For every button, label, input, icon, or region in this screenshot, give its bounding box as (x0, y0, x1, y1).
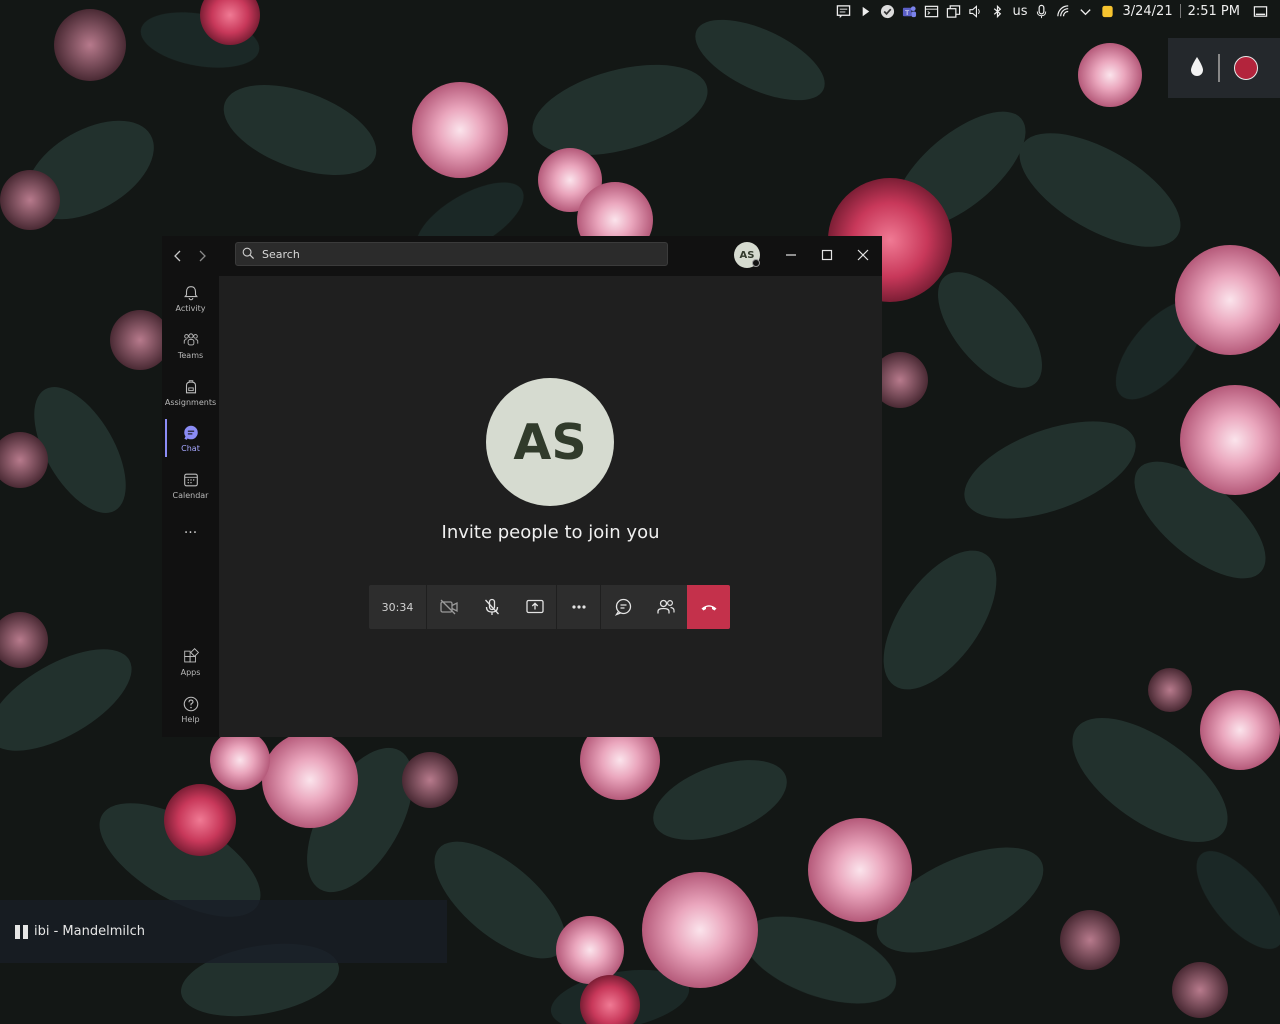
search-icon (242, 245, 255, 264)
widget-divider (1218, 54, 1220, 82)
rail-item-help[interactable]: Help (162, 687, 219, 731)
call-timer: 30:34 (369, 585, 427, 629)
play-icon[interactable] (858, 4, 873, 19)
calendar-icon (183, 473, 198, 486)
hang-up-button[interactable] (687, 585, 730, 629)
desktop-icon[interactable] (1253, 4, 1268, 19)
rail-label: Help (181, 714, 200, 724)
mic-off-icon (484, 598, 499, 615)
share-screen-icon (525, 599, 544, 614)
record-icon[interactable] (1234, 56, 1258, 80)
chevron-down-icon[interactable] (1078, 4, 1093, 19)
rail-item-teams[interactable]: Teams (162, 323, 219, 367)
participants-icon (656, 599, 675, 614)
help-icon (183, 696, 198, 711)
chat-icon (183, 425, 198, 440)
rail-item-assignments[interactable]: Assignments (162, 370, 219, 414)
rail-item-activity[interactable]: Activity (162, 276, 219, 320)
more-icon: ... (183, 521, 198, 537)
rail-label: Teams (177, 350, 204, 360)
bluetooth-icon[interactable] (990, 4, 1005, 19)
bell-icon (183, 285, 198, 300)
camera-toggle-button[interactable] (427, 585, 470, 629)
windows-icon[interactable] (946, 4, 961, 19)
more-icon (571, 605, 586, 609)
rail-label: Chat (181, 443, 200, 453)
wifi-icon[interactable] (1056, 4, 1071, 19)
pause-icon[interactable] (15, 924, 28, 939)
invite-message: Invite people to join you (441, 522, 660, 543)
more-apps-button[interactable]: ... (162, 510, 219, 554)
tray-date[interactable]: 3/24/21 (1122, 4, 1172, 19)
hang-up-icon (701, 605, 716, 611)
tray-time[interactable]: 2:51 PM (1188, 4, 1240, 19)
maximize-icon[interactable] (818, 246, 836, 264)
participant-avatar: AS (486, 378, 614, 506)
show-chat-button[interactable] (601, 585, 644, 629)
microphone-icon[interactable] (1034, 4, 1049, 19)
chat-icon (614, 598, 631, 616)
rail-item-apps[interactable]: Apps (162, 640, 219, 684)
rail-item-chat[interactable]: Chat (162, 416, 219, 460)
rail-label: Calendar (172, 490, 209, 500)
rail-label: Apps (180, 667, 201, 677)
volume-icon[interactable] (968, 4, 983, 19)
terminal-icon[interactable] (924, 4, 939, 19)
share-screen-button[interactable] (513, 585, 557, 629)
teams-icon[interactable]: T (902, 4, 917, 19)
rail-item-calendar[interactable]: Calendar (162, 463, 219, 507)
teams-window: AS Activity Teams Assignments Chat (162, 236, 882, 737)
search-input[interactable] (260, 246, 644, 262)
notes-icon[interactable] (1100, 4, 1115, 19)
teams-people-icon (183, 332, 198, 345)
backpack-icon (185, 379, 196, 393)
minimize-icon[interactable] (782, 246, 800, 264)
participants-button[interactable] (644, 585, 687, 629)
active-indicator (165, 419, 167, 457)
rail-label: Assignments (164, 397, 217, 407)
forward-arrow-icon[interactable] (194, 248, 210, 264)
check-circle-icon[interactable] (880, 4, 895, 19)
mic-toggle-button[interactable] (470, 585, 513, 629)
rail-label: Activity (175, 303, 206, 313)
call-stage: AS Invite people to join you 30:34 (219, 276, 882, 737)
call-controls: 30:34 (369, 585, 730, 629)
apps-icon (183, 647, 199, 662)
back-arrow-icon[interactable] (170, 248, 186, 264)
search-bar[interactable] (235, 242, 668, 266)
close-icon[interactable] (854, 246, 872, 264)
droplet-icon[interactable] (1190, 55, 1204, 81)
app-bar: Activity Teams Assignments Chat Calendar… (162, 276, 219, 737)
chat-bubble-icon[interactable] (836, 4, 851, 19)
system-tray: T us 3/24/21 2:51 PM (818, 0, 1280, 22)
tray-separator (1179, 4, 1181, 18)
more-actions-button[interactable] (557, 585, 601, 629)
media-player-widget[interactable]: ibi - Mandelmilch (0, 900, 447, 963)
status-indicator (752, 259, 760, 267)
camera-off-icon (439, 599, 458, 615)
title-bar: AS (162, 236, 882, 276)
screen-recorder-widget (1168, 38, 1280, 98)
track-title: ibi - Mandelmilch (34, 924, 145, 939)
keyboard-layout[interactable]: us (1012, 4, 1027, 19)
